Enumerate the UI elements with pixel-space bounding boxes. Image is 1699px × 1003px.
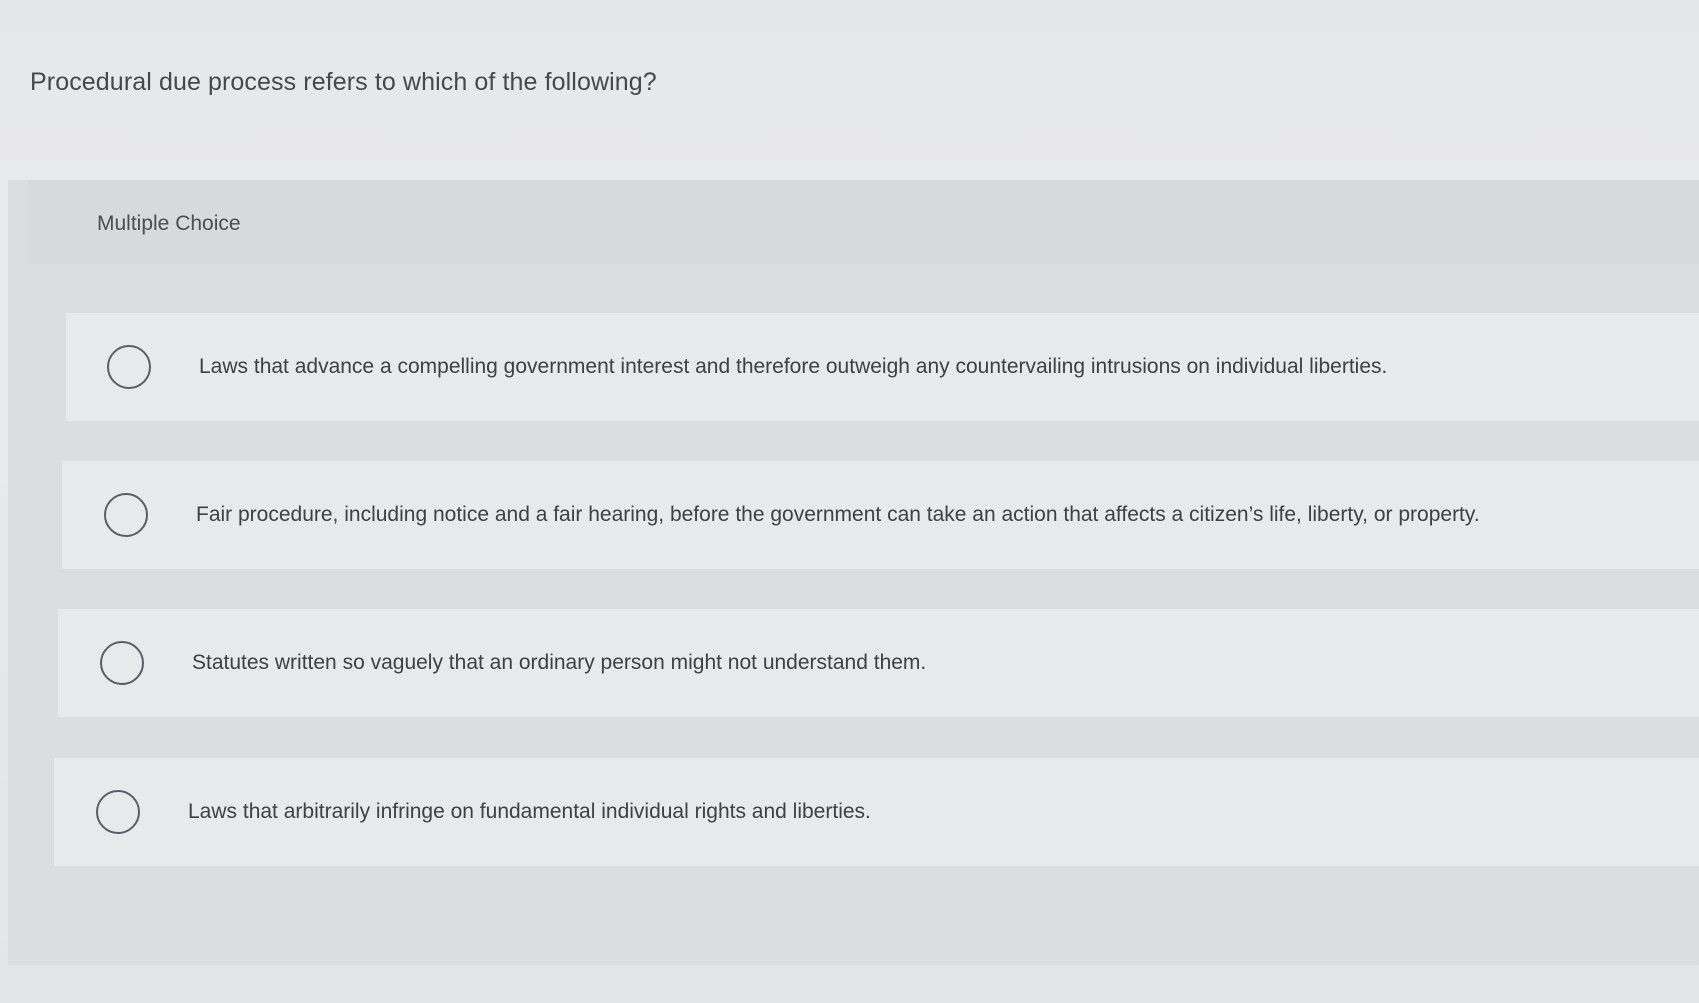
- radio-button-4[interactable]: [96, 790, 140, 834]
- answer-option-text: Fair procedure, including notice and a f…: [196, 503, 1480, 526]
- answer-option-text: Laws that advance a compelling governmen…: [199, 355, 1388, 378]
- answer-option-4[interactable]: Laws that arbitrarily infringe on fundam…: [54, 758, 1699, 866]
- multiple-choice-label: Multiple Choice: [97, 212, 241, 235]
- radio-button-1[interactable]: [107, 345, 151, 389]
- question-text: Procedural due process refers to which o…: [30, 68, 657, 96]
- answer-option-3[interactable]: Statutes written so vaguely that an ordi…: [58, 609, 1699, 717]
- answer-option-1[interactable]: Laws that advance a compelling governmen…: [66, 313, 1699, 421]
- radio-button-2[interactable]: [104, 493, 148, 537]
- multiple-choice-header: [28, 180, 1699, 264]
- radio-button-3[interactable]: [100, 641, 144, 685]
- answer-option-2[interactable]: Fair procedure, including notice and a f…: [62, 461, 1699, 569]
- answer-option-text: Statutes written so vaguely that an ordi…: [192, 651, 927, 674]
- answer-option-text: Laws that arbitrarily infringe on fundam…: [188, 800, 871, 823]
